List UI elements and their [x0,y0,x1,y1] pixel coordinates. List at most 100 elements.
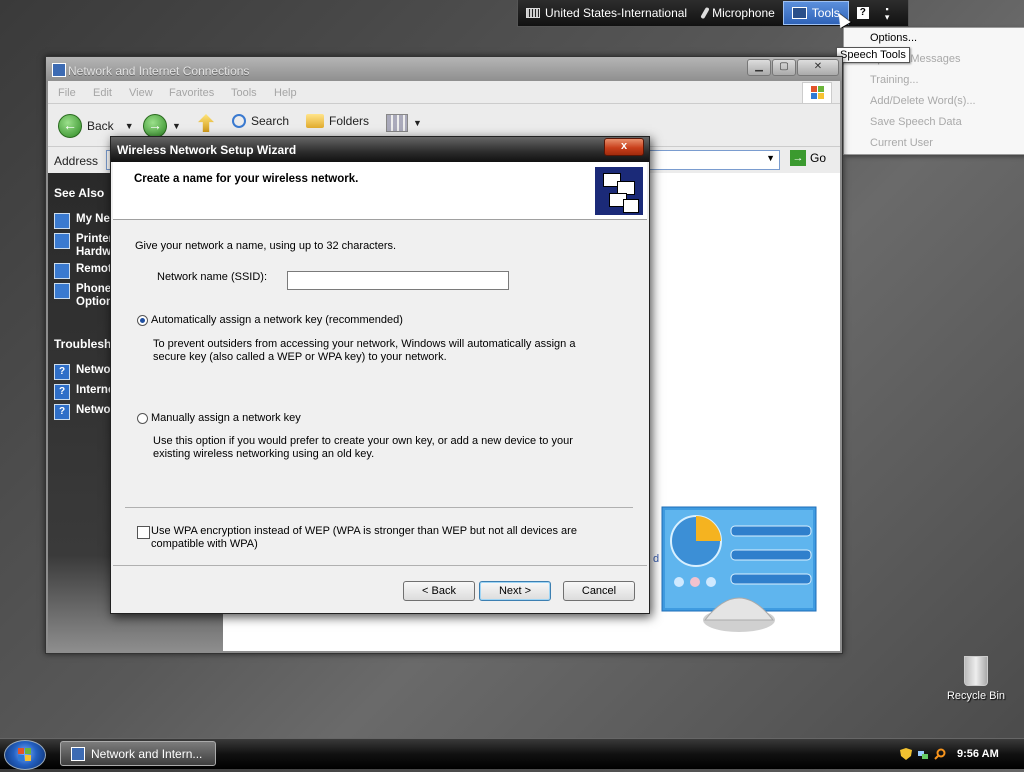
network-icon [54,213,70,229]
help-button[interactable]: ? [849,0,877,26]
back-button[interactable]: ← Back ▼ [58,114,134,138]
go-label: Go [810,151,827,165]
menu-item-current-user[interactable]: Current User [870,137,933,149]
wpa-checkbox[interactable] [137,526,150,539]
recycle-bin[interactable]: Recycle Bin [944,656,1008,702]
intro-text: Give your network a name, using up to 32… [135,240,397,252]
wizard-close-button[interactable]: x [604,138,644,156]
back-wizard-button[interactable]: < Back [403,581,475,601]
langbar-options-button[interactable]: ▪ ▾ [877,0,898,26]
see-also-heading: See Also [54,186,105,200]
see-also-link-my-network[interactable]: My Net [54,213,114,229]
taskbar-item-label: Network and Intern... [91,746,203,761]
address-label: Address [54,154,99,168]
menu-bar: File Edit View Favorites Tools Help [48,81,840,104]
language-bar: United States-International Microphone T… [517,0,909,27]
recycle-bin-icon [964,656,988,686]
network-folder-icon [71,746,85,761]
see-also-link-phone[interactable]: Phone Option [54,283,114,309]
chevron-down-icon: ▼ [413,118,422,128]
microphone-label: Microphone [712,6,775,20]
printer-icon [54,233,70,249]
chevron-down-icon: ▪ ▾ [884,4,890,22]
see-also-link-remote[interactable]: Remote [54,263,118,279]
recycle-bin-label: Recycle Bin [946,690,1006,702]
troubleshoot-link-1[interactable]: ? Netwo [54,364,111,380]
microphone-button[interactable]: Microphone [695,0,783,26]
wpa-label[interactable]: Use WPA encryption instead of WEP (WPA i… [151,525,591,551]
troubleshoot-link-3[interactable]: ? Netwo [54,404,111,420]
back-arrow-icon: ← [58,114,82,138]
views-button[interactable]: ▼ [386,114,422,132]
manual-key-radio[interactable] [137,413,148,424]
auto-key-radio[interactable] [137,315,148,326]
menu-favorites[interactable]: Favorites [169,87,214,99]
wireless-network-icon [595,167,643,215]
menu-item-options[interactable]: Options... [870,32,917,44]
menu-file[interactable]: File [58,87,76,99]
ssid-label: Network name (SSID): [157,271,268,283]
maximize-button[interactable]: ▢ [772,59,796,76]
help-icon: ? [54,364,70,380]
clock[interactable]: 9:56 AM [957,748,999,760]
keyboard-icon [526,8,540,18]
language-selector[interactable]: United States-International [518,0,695,26]
explorer-close-button[interactable]: ✕ [797,59,839,76]
explorer-title-bar[interactable]: Network and Internet Connections ▁ ▢ ✕ [46,57,842,81]
see-also-link-printers[interactable]: Printer Hardw [54,233,114,259]
help-icon: ? [856,7,869,19]
divider [113,565,647,566]
views-icon [386,114,408,132]
network-tray-icon[interactable] [917,748,929,760]
chevron-down-icon: ▼ [172,121,181,131]
security-shield-icon[interactable] [900,748,912,760]
cancel-button[interactable]: Cancel [563,581,635,601]
phone-icon [54,283,70,299]
up-folder-icon [198,114,214,132]
wizard-title-bar[interactable]: Wireless Network Setup Wizard x [111,137,649,162]
wireless-setup-wizard: Wireless Network Setup Wizard x Create a… [110,136,650,614]
network-illustration-icon [661,506,817,632]
tooltip: Speech Tools [836,47,910,63]
taskbar-item-network[interactable]: Network and Intern... [60,741,216,766]
search-label: Search [251,114,290,128]
chevron-down-icon[interactable]: ▼ [766,153,775,163]
troubleshooters-heading: Troublesho [54,337,119,351]
go-arrow-icon: → [790,150,806,166]
wizard-heading: Create a name for your wireless network. [134,173,359,185]
auto-key-description: To prevent outsiders from accessing your… [153,338,576,363]
search-icon[interactable] [934,748,946,760]
up-folder-button[interactable] [198,114,214,132]
tools-icon [791,7,807,19]
network-folder-icon [52,63,66,77]
content-text-fragment: d [653,553,660,565]
windows-logo-icon [802,82,832,104]
forward-arrow-icon: → [143,114,167,138]
menu-help[interactable]: Help [274,87,297,99]
auto-key-label[interactable]: Automatically assign a network key (reco… [151,314,403,327]
menu-tools[interactable]: Tools [231,87,257,99]
forward-button[interactable]: → ▼ [143,114,181,138]
explorer-title: Network and Internet Connections [68,64,250,78]
manual-key-label[interactable]: Manually assign a network key [151,412,301,425]
menu-item-save-speech-data[interactable]: Save Speech Data [870,116,962,128]
menu-item-add-delete-words[interactable]: Add/Delete Word(s)... [870,95,976,107]
language-label: United States-International [545,6,688,20]
chevron-down-icon: ▼ [124,121,134,131]
search-button[interactable]: Search [232,114,289,128]
ssid-input[interactable] [287,271,509,290]
menu-edit[interactable]: Edit [93,87,112,99]
taskbar: Network and Intern... 9:56 AM [0,738,1024,770]
remote-icon [54,263,70,279]
go-button[interactable]: → Go [790,150,826,166]
start-button[interactable] [4,740,46,770]
folders-button[interactable]: Folders [306,114,369,128]
menu-view[interactable]: View [129,87,153,99]
troubleshoot-link-2[interactable]: ? Interne [54,384,114,400]
wizard-title: Wireless Network Setup Wizard [117,143,297,157]
next-button[interactable]: Next > [479,581,551,601]
menu-item-training[interactable]: Training... [870,74,919,86]
folders-icon [306,114,324,128]
folders-label: Folders [329,114,370,128]
minimize-button[interactable]: ▁ [747,59,771,76]
